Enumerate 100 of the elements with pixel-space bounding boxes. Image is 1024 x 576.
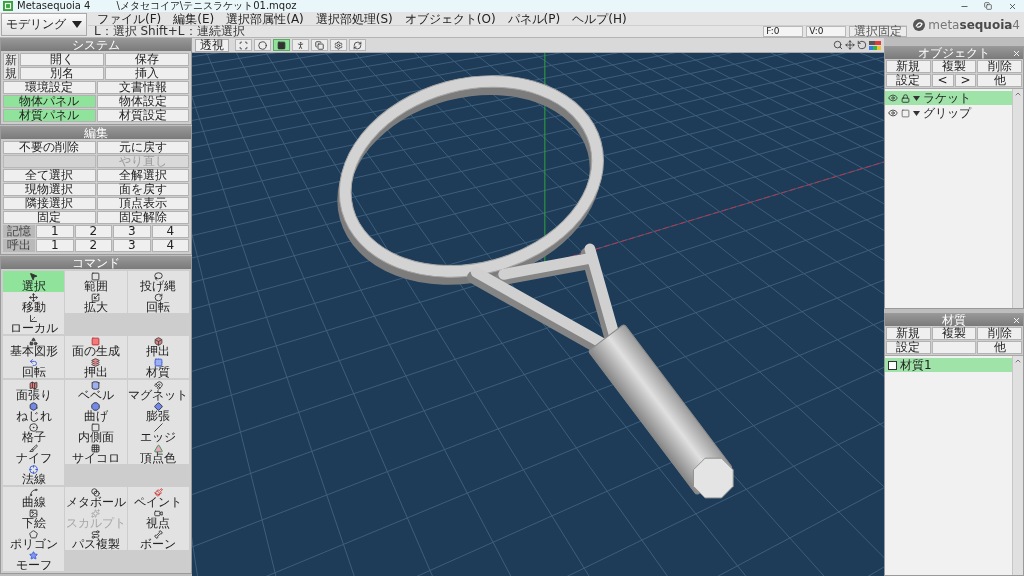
tool-button[interactable]: 基本図形: [3, 336, 65, 357]
tool-button[interactable]: 回転: [3, 357, 65, 378]
tool-button[interactable]: 曲げ: [65, 401, 127, 422]
tool-button[interactable]: 選択: [3, 271, 65, 292]
eye-icon[interactable]: [888, 108, 898, 118]
object-row[interactable]: ラケット: [885, 91, 1012, 105]
lock-icon[interactable]: [901, 93, 910, 103]
panel-button[interactable]: <: [931, 74, 954, 87]
memory-slot-button[interactable]: 4: [151, 225, 189, 238]
tool-button[interactable]: 面張り: [3, 380, 65, 401]
rotate-icon[interactable]: [857, 40, 867, 50]
tool-button[interactable]: 回転: [127, 292, 189, 313]
caret-down-icon[interactable]: [913, 95, 920, 101]
tool-button[interactable]: 押出: [127, 336, 189, 357]
material-row[interactable]: 材質1: [885, 358, 1012, 372]
panel-button[interactable]: 環境設定: [3, 81, 96, 94]
panel-button[interactable]: 保存: [105, 53, 189, 66]
tool-button[interactable]: 移動: [3, 292, 65, 313]
panel-button[interactable]: 削除: [977, 327, 1022, 340]
tool-button[interactable]: サイコロ: [65, 443, 127, 464]
view-tool-button[interactable]: [273, 39, 290, 51]
memory-slot-button[interactable]: 3: [113, 225, 151, 238]
tool-button[interactable]: モーフ: [3, 550, 65, 571]
panel-button[interactable]: 文書情報: [96, 81, 189, 94]
projection-button[interactable]: 透視: [195, 38, 229, 52]
memory-slot-button[interactable]: 3: [113, 239, 151, 252]
scrollbar[interactable]: [1012, 356, 1023, 575]
menu-item[interactable]: 選択部処理(S): [310, 12, 398, 25]
panel-button[interactable]: 挿入: [105, 67, 189, 80]
scrollbar[interactable]: [1012, 89, 1023, 308]
panel-button[interactable]: >: [954, 74, 977, 87]
tool-button[interactable]: 面の生成: [65, 336, 127, 357]
memory-slot-button[interactable]: 2: [74, 225, 112, 238]
selection-lock-button[interactable]: 選択固定: [849, 26, 908, 37]
tool-button[interactable]: 範囲: [65, 271, 127, 292]
panel-button[interactable]: 全解選択: [96, 169, 189, 182]
new-button[interactable]: 新規: [3, 53, 19, 80]
tool-button[interactable]: 拡大: [65, 292, 127, 313]
panel-button[interactable]: 他: [977, 74, 1022, 87]
tool-button[interactable]: ポリゴン: [3, 529, 65, 550]
mode-dropdown[interactable]: モデリング: [1, 13, 87, 36]
scroll-up-icon[interactable]: [1014, 357, 1022, 365]
panel-button[interactable]: 他: [977, 341, 1022, 354]
panel-button[interactable]: 設定: [886, 341, 931, 354]
panel-button[interactable]: 面を戻す: [96, 183, 189, 196]
tool-button[interactable]: 頂点色: [127, 443, 189, 464]
object-row[interactable]: グリップ: [885, 106, 1012, 120]
panel-button[interactable]: 複製: [931, 327, 977, 340]
tool-button[interactable]: 内側面: [65, 422, 127, 443]
view-tool-button[interactable]: [311, 39, 328, 51]
memory-slot-button[interactable]: 2: [74, 239, 112, 252]
tool-button[interactable]: パス複製: [65, 529, 127, 550]
panel-button[interactable]: 開く: [20, 53, 104, 66]
tool-button[interactable]: ペイント: [127, 487, 189, 508]
panel-button[interactable]: 元に戻す: [96, 141, 189, 154]
tool-button[interactable]: ベベル: [65, 380, 127, 401]
tool-button[interactable]: エッジ: [127, 422, 189, 443]
menu-item[interactable]: ヘルプ(H): [567, 12, 632, 25]
tool-button[interactable]: ボーン: [127, 529, 189, 550]
menu-item[interactable]: ファイル(F): [92, 12, 167, 25]
panel-button[interactable]: 設定: [886, 74, 931, 87]
close-button[interactable]: [1011, 315, 1021, 325]
tool-button[interactable]: 投げ縄: [127, 271, 189, 292]
tool-button[interactable]: 視点: [127, 508, 189, 529]
tool-button[interactable]: 法線: [3, 464, 65, 485]
tool-button[interactable]: 曲線: [3, 487, 65, 508]
move-icon[interactable]: [845, 40, 855, 50]
panel-button[interactable]: 現物選択: [3, 183, 96, 196]
view-tool-button[interactable]: [330, 39, 347, 51]
panel-button[interactable]: 材質パネル: [3, 109, 96, 122]
panel-button[interactable]: 隣接選択: [3, 197, 96, 210]
eye-icon[interactable]: [888, 93, 898, 103]
menu-item[interactable]: オブジェクト(O): [399, 12, 501, 25]
tool-button[interactable]: 格子: [3, 422, 65, 443]
view-tool-button[interactable]: [292, 39, 309, 51]
memory-slot-button[interactable]: 1: [36, 239, 74, 252]
tool-button[interactable]: マグネット: [127, 380, 189, 401]
tool-button[interactable]: ねじれ: [3, 401, 65, 422]
panel-button[interactable]: 物体パネル: [3, 95, 96, 108]
tool-button[interactable]: ナイフ: [3, 443, 65, 464]
scroll-up-icon[interactable]: [1014, 90, 1022, 98]
panel-button[interactable]: 不要の削除: [3, 141, 96, 154]
tool-button[interactable]: 材質: [127, 357, 189, 378]
panel-button[interactable]: 物体設定: [96, 95, 189, 108]
tool-button[interactable]: ローカル: [3, 313, 65, 334]
panel-button[interactable]: 固定解除: [96, 211, 189, 224]
menu-item[interactable]: パネル(P): [502, 12, 566, 25]
close-button[interactable]: [1011, 48, 1021, 58]
panel-button[interactable]: 削除: [977, 60, 1022, 73]
color-bars-icon[interactable]: [869, 40, 881, 50]
view-tool-button[interactable]: [254, 39, 271, 51]
view-tool-button[interactable]: [349, 39, 366, 51]
menu-item[interactable]: 選択部属性(A): [221, 12, 309, 25]
search-icon[interactable]: [833, 40, 843, 50]
panel-button[interactable]: 複製: [931, 60, 977, 73]
panel-button[interactable]: 固定: [3, 211, 96, 224]
memory-slot-button[interactable]: 4: [151, 239, 189, 252]
panel-button[interactable]: 材質設定: [96, 109, 189, 122]
tool-button[interactable]: 膨張: [127, 401, 189, 422]
panel-button[interactable]: 全て選択: [3, 169, 96, 182]
